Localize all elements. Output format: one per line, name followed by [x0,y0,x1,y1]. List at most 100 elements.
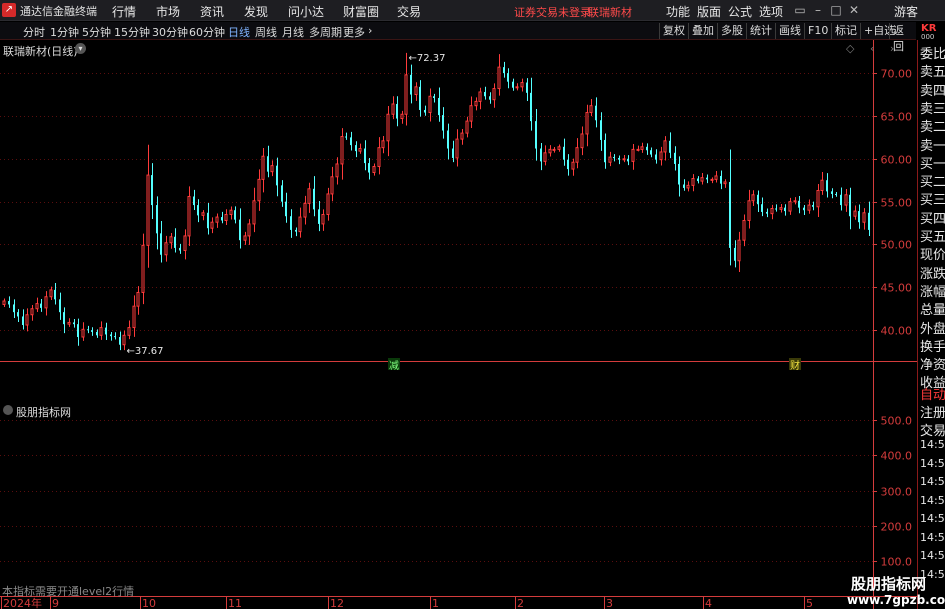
indicator-chevron-icon[interactable] [3,405,13,415]
close-icon[interactable]: ✕ [846,2,862,18]
guest-account[interactable]: 游客 [894,3,918,20]
tool-multi-stock[interactable]: 多股 [717,23,746,39]
date-tick-label: 1 [432,597,439,609]
period-1min[interactable]: 1分钟 [50,24,79,40]
candle-body [215,216,219,223]
maximize-icon[interactable]: □ [828,2,844,18]
candle-body [775,208,777,210]
candle-body [557,146,561,150]
candle-body [35,303,39,310]
tool-back[interactable]: 返回 [889,23,916,53]
period-monthly[interactable]: 月线 [282,24,304,40]
candle-body [404,74,408,115]
indicator-tick-label: 100.0 [881,556,913,569]
app-title: 通达信金融终端 [20,5,97,18]
candle-body [452,148,454,158]
candle-body [377,147,381,168]
tool-draw[interactable]: 画线 [775,23,804,39]
price-tick-label: 40.00 [881,325,913,338]
candle-body [700,177,704,182]
period-weekly[interactable]: 周线 [255,24,277,40]
candle-body [840,194,842,206]
candle-body [368,163,370,173]
candle-body [530,92,532,122]
indicator-title: 股朋指标网 [16,406,71,419]
tool-adjust[interactable]: 复权 [659,23,688,39]
tool-mark[interactable]: 标记 [831,23,860,39]
chart-title: 联瑞新材(日线) [3,45,78,58]
candle-body [207,212,209,229]
candle-body [770,207,774,215]
quote-panel: 委比 卖五 卖四 卖三 卖二 卖一 买一 买二 买三 买四 买五 现价 涨跌 涨幅 总量 外盘 换手 净资 收益 自动… [917,40,945,609]
menu-item-market[interactable]: 市场 [156,3,180,20]
event-marker-finance: 财 [790,359,800,372]
screen-icon[interactable]: ▭ [792,2,808,18]
candle-body [793,200,797,203]
candle-body [622,158,626,161]
period-5min[interactable]: 5分钟 [82,24,111,40]
menu-item-discover[interactable]: 发现 [244,3,268,20]
tool-statistics[interactable]: 统计 [746,23,775,39]
menu-item-market-quotes[interactable]: 行情 [112,3,136,20]
menu-item-news[interactable]: 资讯 [200,3,224,20]
watermark-url: www.7gpzb.com [847,593,945,607]
period-15min[interactable]: 15分钟 [114,24,150,40]
period-30min[interactable]: 30分钟 [152,24,188,40]
quote-label: 买三 [920,193,945,209]
candle-body [44,296,48,309]
menu-item-wealth[interactable]: 财富圈 [343,3,379,20]
candle-body [820,179,824,192]
candle-body [22,316,24,326]
candle-body [678,163,680,185]
candle-body [433,96,435,98]
candle-body [613,157,615,159]
tool-overlay[interactable]: 叠加 [688,23,717,39]
candle-body [512,81,514,88]
candle-body [410,74,412,95]
minimize-icon[interactable]: – [810,2,826,18]
candle-body [835,193,837,195]
chevron-right-icon[interactable]: › [368,24,372,37]
quote-label: 现价 [920,248,945,264]
candle-body [465,120,469,134]
candle-body [761,204,763,212]
candle-body [193,196,195,206]
candle-body [257,178,261,202]
candle-body [674,152,676,164]
candle-body [326,193,330,215]
tool-f10[interactable]: F10 [804,23,831,39]
period-60min[interactable]: 60分钟 [189,24,225,40]
menu-item-formula[interactable]: 公式 [728,3,752,20]
menu-item-trade[interactable]: 交易 [397,3,421,20]
period-more[interactable]: 更多 [343,24,365,40]
candle-body [858,211,860,223]
period-daily[interactable]: 日线 [228,24,250,40]
candle-body [853,210,857,217]
period-intraday[interactable]: 分时 [23,24,45,40]
kline-chart[interactable]: 40.00 45.00 50.00 55.00 60.00 65.00 70.00 ←72.3… [0,40,917,609]
date-tick-label: 12 [330,597,344,609]
chart-nav-icons[interactable]: ◇ ‹ › [846,42,900,55]
candle-body [442,115,444,131]
candle-body [295,229,297,232]
candle-body [779,207,783,210]
candle-body [146,174,150,246]
broker-login-status[interactable]: 证券交易未登录 [514,4,591,20]
quote-label: 净资 [920,358,945,374]
candle-body [757,194,759,205]
candle-body [67,321,71,325]
menu-item-layout[interactable]: 版面 [697,3,721,20]
menu-item-options[interactable]: 选项 [759,3,783,20]
candle-body [252,200,256,225]
period-multi[interactable]: 多周期 [309,24,342,40]
candle-body [87,329,89,331]
tick-time: 14:56 [920,549,945,562]
tick-time: 14:55 [920,456,945,470]
chevron-down-icon[interactable]: ▾ [75,43,86,54]
menu-item-functions[interactable]: 功能 [666,3,690,20]
quote-label: 卖一 [920,138,945,154]
menu-item-ask[interactable]: 问小达 [288,3,324,20]
candle-body [174,236,176,248]
candle-body [571,161,575,170]
candle-body [270,165,274,173]
